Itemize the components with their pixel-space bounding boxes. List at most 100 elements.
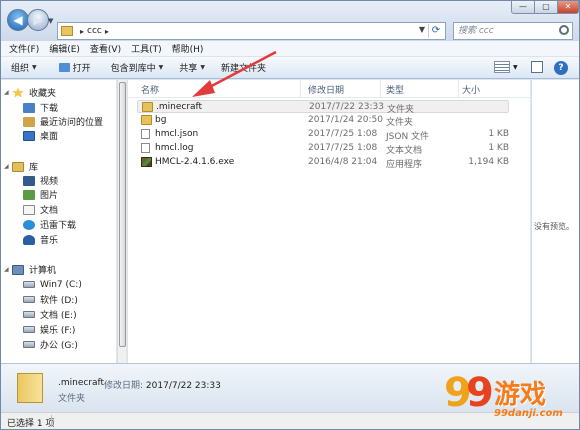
refresh-icon[interactable]: ⟳ (428, 24, 443, 38)
menu-tools[interactable]: 工具(T) (131, 42, 162, 55)
nav-drive-e[interactable]: 文档 (E:) (23, 308, 77, 321)
nav-scrollbar[interactable] (117, 80, 126, 363)
back-button[interactable]: ◀ (7, 9, 29, 31)
file-row-bg[interactable]: bg 2017/1/24 20:50 文件夹 (137, 114, 509, 128)
preview-pane: 没有预览。 (531, 80, 579, 363)
open-label: 打开 (72, 64, 91, 74)
preview-pane-icon[interactable] (531, 61, 543, 73)
drive-icon (23, 296, 35, 303)
search-input[interactable]: 搜索 ccc (453, 22, 573, 40)
file-date: 2016/4/8 21:04 (308, 157, 378, 167)
nav-item-desktop[interactable]: 桌面 (23, 129, 58, 142)
folder-icon (141, 115, 152, 125)
watermark-url: 99danji.com (494, 408, 563, 419)
breadcrumb-ccc[interactable]: ccc (87, 26, 102, 36)
nav-item-label: 最近访问的位置 (40, 118, 104, 128)
column-date[interactable]: 修改日期 (308, 83, 344, 96)
nav-computer-label: 计算机 (29, 266, 57, 276)
search-icon[interactable] (559, 25, 569, 35)
file-type: JSON 文件 (386, 132, 430, 142)
file-row-hmcl-json[interactable]: hmcl.json 2017/7/25 1:08 JSON 文件 1 KB (137, 128, 509, 142)
open-button[interactable]: 打开 (58, 61, 91, 74)
nav-drive-label: Win7 (C:) (40, 279, 82, 290)
text-file-icon (141, 143, 150, 153)
include-label: 包含到库中 (110, 64, 156, 74)
expand-arrow-icon[interactable]: ◢ (4, 163, 12, 170)
menu-edit[interactable]: 编辑(E) (49, 42, 80, 55)
recent-pages-dropdown-icon[interactable]: ▼ (48, 17, 56, 25)
nav-item-label: 下载 (40, 104, 59, 114)
nav-drive-f[interactable]: 娱乐 (F:) (23, 323, 75, 336)
drive-icon (23, 281, 35, 288)
nav-item-music[interactable]: 音乐 (23, 233, 58, 246)
nav-favorites-label: 收藏夹 (29, 89, 57, 99)
address-dropdown-icon[interactable]: ▼ (419, 25, 425, 34)
computer-icon (12, 264, 24, 275)
nav-favorites[interactable]: ◢ 收藏夹 (1, 86, 56, 99)
chevron-down-icon: ▼ (32, 64, 37, 71)
nav-item-thunder[interactable]: 迅雷下载 (23, 218, 76, 231)
arrow-shaft (203, 50, 277, 92)
help-icon[interactable]: ? (554, 61, 568, 75)
menu-bar: 文件(F) 编辑(E) 查看(V) 工具(T) 帮助(H) (1, 41, 579, 57)
file-name: HMCL-2.4.1.6.exe (155, 157, 235, 167)
close-button[interactable]: ✕ (557, 1, 579, 14)
file-name: hmcl.json (155, 129, 199, 139)
nav-drive-c[interactable]: Win7 (C:) (23, 278, 82, 291)
watermark-nine-2: 9 (466, 370, 494, 416)
nav-item-recent[interactable]: 最近访问的位置 (23, 115, 103, 128)
chevron-right-icon[interactable]: ▸ (105, 27, 109, 36)
chevron-right-icon[interactable]: ▸ (80, 27, 84, 36)
file-date: 2017/1/24 20:50 (308, 115, 383, 125)
recent-places-icon (23, 116, 35, 127)
menu-view[interactable]: 查看(V) (90, 42, 121, 55)
file-date: 2017/7/25 1:08 (308, 129, 378, 139)
expand-arrow-icon[interactable]: ◢ (4, 266, 12, 273)
address-field[interactable]: ▸ ccc ▸ ▼ ⟳ (57, 22, 446, 40)
details-name: .minecraft (58, 378, 105, 388)
minimize-button[interactable]: — (511, 1, 535, 14)
folder-thumbnail-icon (17, 373, 43, 403)
column-name[interactable]: 名称 (141, 83, 159, 96)
forward-button[interactable]: ▶ (27, 9, 49, 31)
music-icon (23, 234, 35, 245)
organize-button[interactable]: 组织 ▼ (11, 61, 37, 74)
explorer-window: ◀ ▶ ▼ ▸ ccc ▸ ▼ ⟳ 搜索 ccc — ▢ ✕ 文件(F) 编辑(… (0, 0, 580, 430)
nav-item-label: 视频 (40, 177, 59, 187)
nav-item-videos[interactable]: 视频 (23, 174, 58, 187)
column-divider[interactable] (300, 80, 301, 98)
column-divider[interactable] (458, 80, 459, 98)
address-bar: ◀ ▶ ▼ ▸ ccc ▸ ▼ ⟳ 搜索 ccc — ▢ ✕ (1, 1, 579, 41)
maximize-button[interactable]: ▢ (534, 1, 558, 14)
change-view-icon[interactable] (494, 61, 510, 73)
file-icon (141, 129, 150, 139)
nav-item-pictures[interactable]: 图片 (23, 188, 58, 201)
preview-empty-text: 没有预览。 (534, 222, 574, 231)
status-divider (51, 415, 52, 427)
expand-arrow-icon[interactable]: ◢ (4, 89, 12, 96)
view-dropdown-icon[interactable]: ▼ (513, 64, 518, 71)
minecraft-block-icon (141, 157, 152, 167)
nav-item-documents[interactable]: 文档 (23, 203, 58, 216)
column-type[interactable]: 类型 (386, 83, 404, 96)
file-row-hmcl-exe[interactable]: HMCL-2.4.1.6.exe 2016/4/8 21:04 应用程序 1,1… (137, 156, 509, 170)
file-name: .minecraft (156, 102, 203, 112)
nav-item-label: 音乐 (40, 236, 59, 246)
file-date: 2017/7/22 23:33 (309, 102, 384, 112)
menu-file[interactable]: 文件(F) (9, 42, 39, 55)
scrollbar-thumb[interactable] (119, 82, 126, 347)
nav-drive-g[interactable]: 办公 (G:) (23, 338, 78, 351)
column-size[interactable]: 大小 (462, 83, 480, 96)
file-size: 1 KB (488, 129, 509, 139)
details-type: 文件夹 (58, 394, 86, 404)
include-in-library-button[interactable]: 包含到库中 ▼ (111, 61, 164, 74)
nav-libraries[interactable]: ◢ 库 (1, 160, 38, 173)
video-icon (23, 175, 35, 186)
nav-item-downloads[interactable]: 下载 (23, 101, 58, 114)
nav-drive-d[interactable]: 软件 (D:) (23, 293, 78, 306)
nav-computer[interactable]: ◢ 计算机 (1, 263, 56, 276)
column-divider[interactable] (380, 80, 381, 98)
file-row-hmcl-log[interactable]: hmcl.log 2017/7/25 1:08 文本文档 1 KB (137, 142, 509, 156)
file-row-minecraft[interactable]: .minecraft 2017/7/22 23:33 文件夹 (137, 100, 509, 115)
nav-item-label: 文档 (40, 206, 59, 216)
